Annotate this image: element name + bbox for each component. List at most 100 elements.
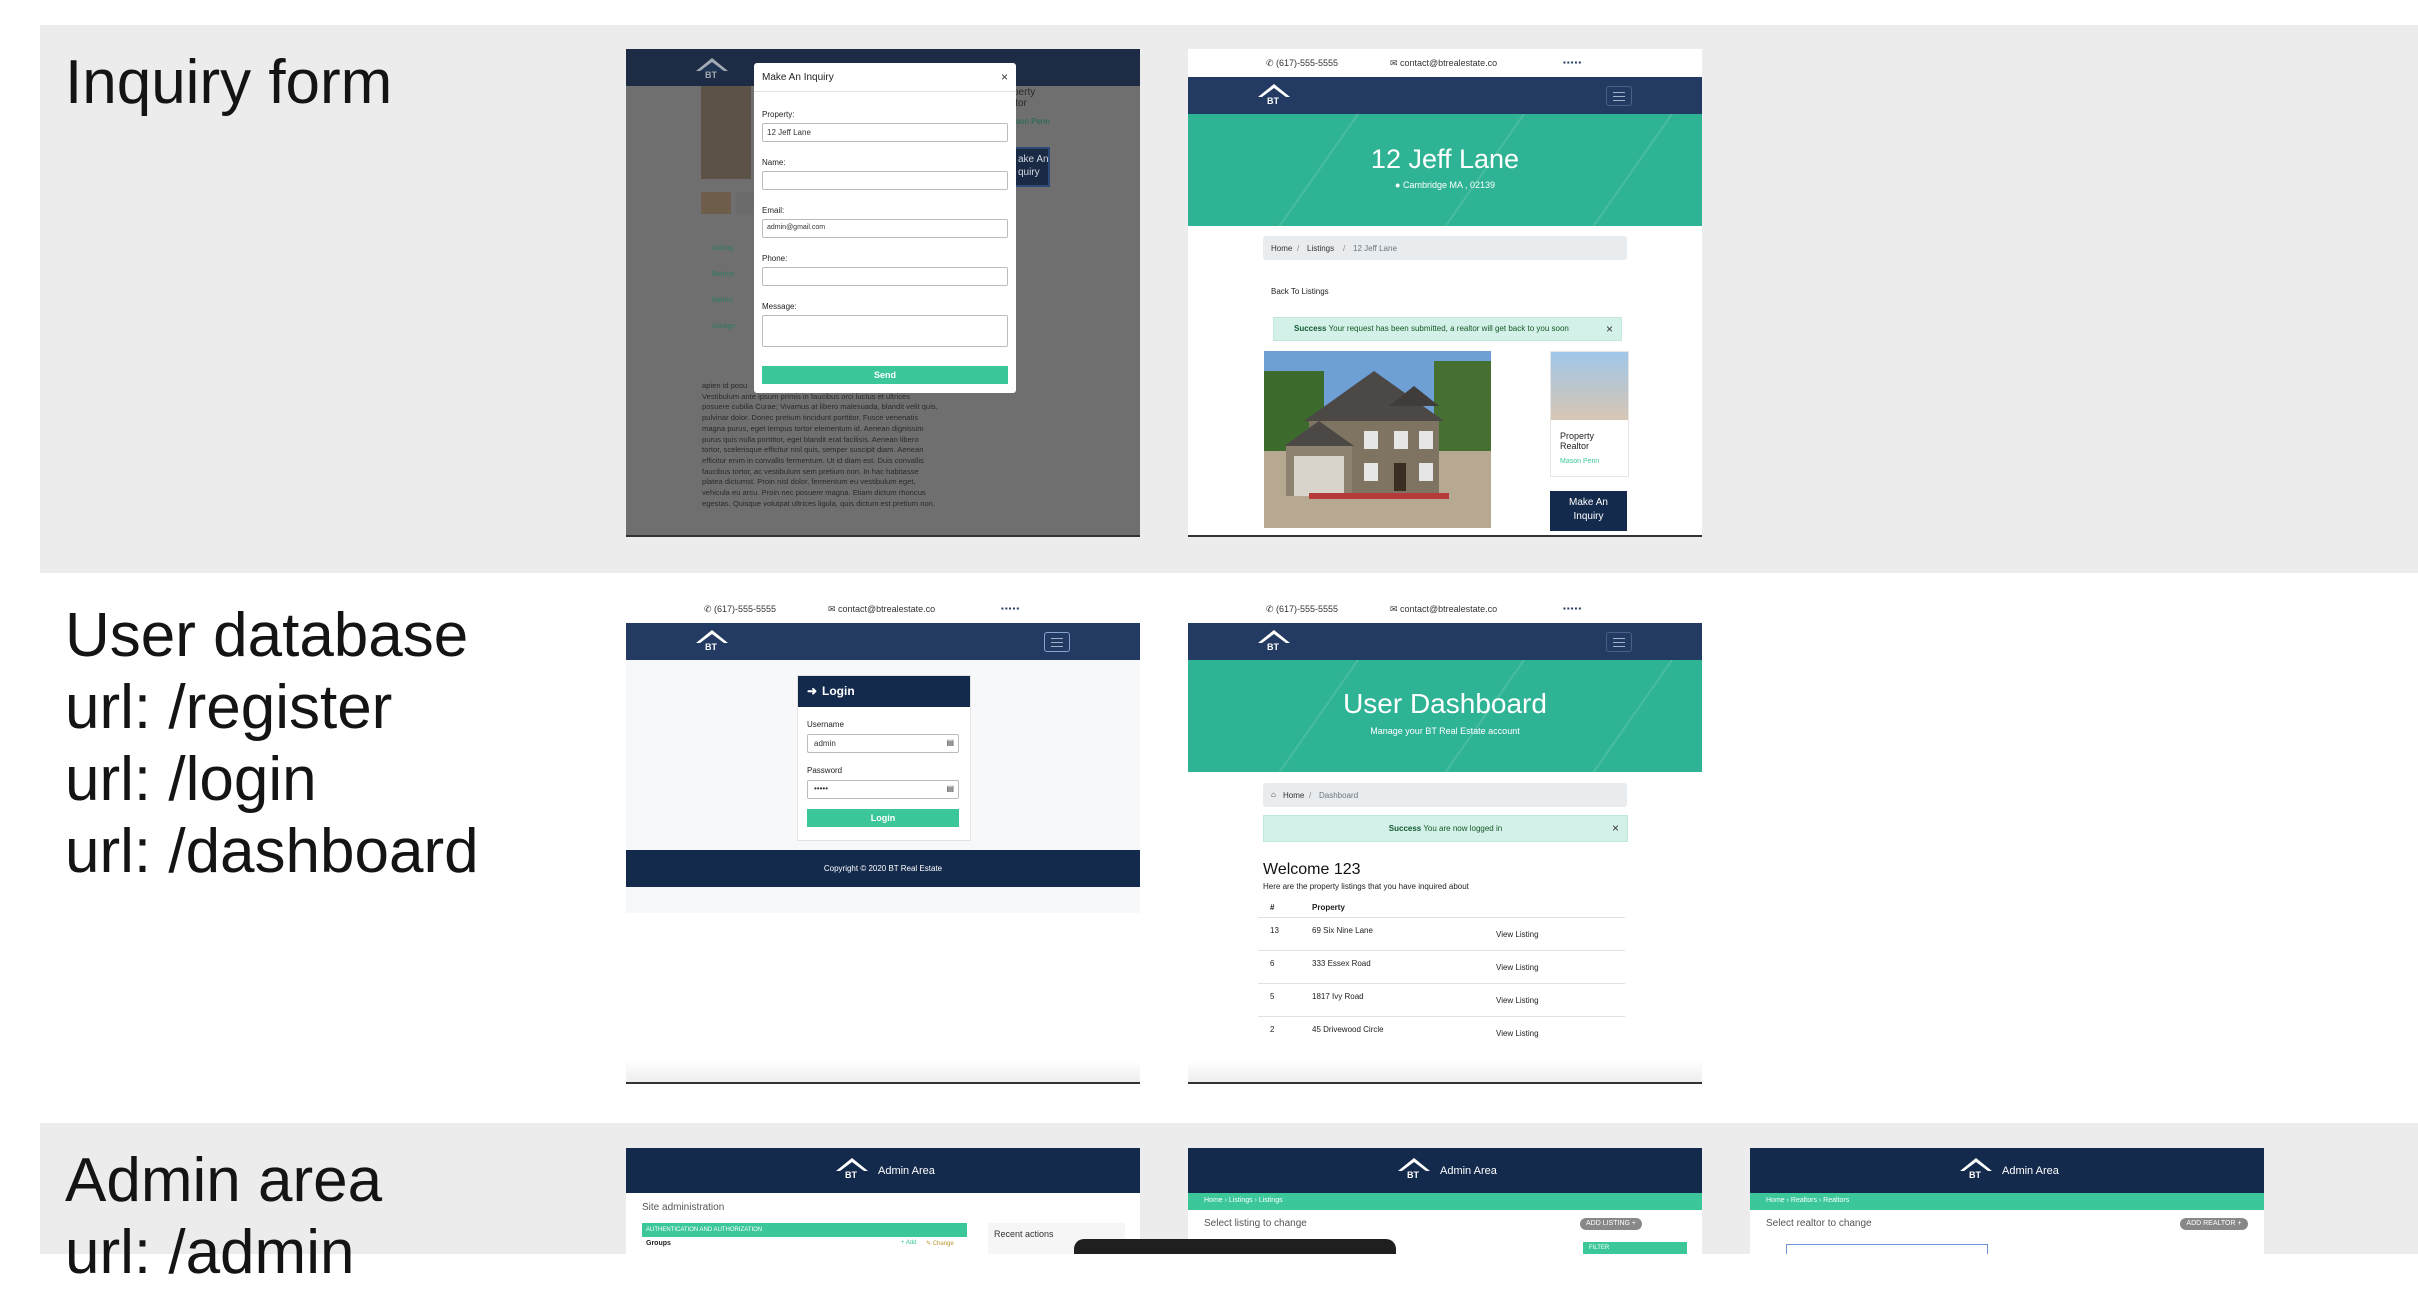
- password-field[interactable]: ••••• ▤: [807, 780, 959, 799]
- social-icons[interactable]: ▪▪▪▪▪: [1563, 58, 1582, 67]
- username-label: Username: [807, 720, 844, 729]
- logo-icon[interactable]: BT: [1960, 1158, 1994, 1182]
- section-user-database: User database url: /register url: /login…: [40, 573, 2418, 1123]
- modal-divider: [754, 91, 1016, 92]
- send-button[interactable]: Send: [762, 366, 1008, 384]
- groups-link[interactable]: Groups: [646, 1240, 671, 1247]
- row-id: 5: [1270, 992, 1275, 1001]
- dimmed-realtor-name: son Penn: [1016, 117, 1050, 126]
- home-icon: ⌂: [1271, 790, 1276, 799]
- section-admin-area: Admin area url: /admin BT Admin Area Sit…: [40, 1123, 2418, 1287]
- admin-header: BT Admin Area: [1188, 1148, 1702, 1193]
- admin-breadcrumb: Home › Realtors › Realtors: [1750, 1193, 2264, 1210]
- phone-icon: ✆: [1266, 58, 1274, 68]
- phone-field[interactable]: [762, 267, 1008, 286]
- modal-title: Make An Inquiry: [762, 72, 834, 83]
- location-row: ● Cambridge MA , 02139: [1188, 180, 1702, 190]
- groups-change-link[interactable]: ✎ Change: [926, 1240, 954, 1247]
- modal-close-button[interactable]: ×: [1001, 70, 1008, 84]
- menu-toggle-icon[interactable]: [1044, 632, 1070, 652]
- make-inquiry-button[interactable]: Make An Inquiry: [1550, 491, 1627, 531]
- row-property: 1817 Ivy Road: [1312, 992, 1364, 1001]
- groups-add-link[interactable]: + Add: [901, 1240, 917, 1246]
- dimmed-feature-garage: Garage: [712, 323, 736, 330]
- close-icon[interactable]: ×: [1606, 318, 1613, 340]
- social-icons[interactable]: ▪▪▪▪▪: [1563, 604, 1582, 613]
- add-listing-button[interactable]: ADD LISTING +: [1580, 1218, 1642, 1230]
- listing-title: 12 Jeff Lane: [1370, 144, 1520, 174]
- menu-toggle-icon[interactable]: [1606, 86, 1632, 106]
- breadcrumb-listings[interactable]: Listings: [1307, 244, 1334, 253]
- search-field[interactable]: [1786, 1244, 1988, 1254]
- logo-icon[interactable]: BT: [836, 1158, 870, 1182]
- keyboard-icon: ▤: [946, 738, 954, 747]
- logo-icon[interactable]: BT: [1258, 84, 1292, 108]
- screenshot-admin-realtors: BT Admin Area Home › Realtors › Realtors…: [1750, 1148, 2264, 1254]
- inquiry-modal: Make An Inquiry × Property: 12 Jeff Lane…: [754, 63, 1016, 393]
- login-card-header: ➜ Login: [798, 676, 970, 707]
- screenshot-admin-home: BT Admin Area Site administration AUTHEN…: [626, 1148, 1140, 1254]
- frame-bottom: [1188, 1082, 1702, 1084]
- select-realtor-heading: Select realtor to change: [1766, 1218, 1872, 1229]
- alert-strong: Success: [1388, 824, 1422, 833]
- dimmed-feature-bath: Bathro: [712, 297, 733, 304]
- top-contact-bar: ✆ (617)-555-5555 ✉ contact@btrealestate.…: [626, 595, 1140, 623]
- email-text: contact@btrealestate.co: [1400, 58, 1498, 68]
- dimmed-house-image: [701, 86, 751, 179]
- table-row: 6 333 Essex Road View Listing: [1258, 950, 1625, 984]
- logo-icon[interactable]: BT: [696, 630, 730, 654]
- breadcrumb-home[interactable]: Home: [1283, 791, 1304, 800]
- filter-header: FILTER: [1583, 1242, 1687, 1254]
- name-field[interactable]: [762, 171, 1008, 190]
- login-button[interactable]: Login: [807, 809, 959, 827]
- row-property: 69 Six Nine Lane: [1312, 926, 1373, 935]
- close-icon[interactable]: ×: [1612, 816, 1619, 841]
- top-contact-bar: ✆ (617)-555-5555 ✉ contact@btrealestate.…: [1188, 49, 1702, 77]
- alert-text: Your request has been submitted, a realt…: [1328, 324, 1569, 333]
- breadcrumb-home[interactable]: Home: [1271, 244, 1292, 253]
- table-header-num: #: [1270, 903, 1275, 912]
- realtor-name[interactable]: Mason Penn: [1560, 458, 1599, 465]
- social-icons[interactable]: ▪▪▪▪▪: [1001, 604, 1020, 613]
- logo-icon[interactable]: BT: [1398, 1158, 1432, 1182]
- username-field[interactable]: admin ▤: [807, 734, 959, 753]
- email-text: contact@btrealestate.co: [838, 604, 936, 614]
- breadcrumb: ⌂ Home / Dashboard: [1263, 783, 1627, 807]
- property-label: Property:: [762, 110, 795, 119]
- property-field[interactable]: 12 Jeff Lane: [762, 123, 1008, 142]
- add-realtor-button[interactable]: ADD REALTOR +: [2180, 1218, 2248, 1230]
- breadcrumb-text: Home › Listings › Listings: [1204, 1197, 1283, 1204]
- phone-label: Phone:: [762, 254, 788, 263]
- logo-icon[interactable]: BT: [1258, 630, 1292, 654]
- navbar: BT: [1188, 77, 1702, 114]
- view-listing-link[interactable]: View Listing: [1496, 996, 1539, 1005]
- realtor-photo: [1551, 352, 1628, 420]
- view-listing-link[interactable]: View Listing: [1496, 1029, 1539, 1038]
- section-inquiry-form: Inquiry form BT perty ltor son Penn ake …: [40, 25, 2418, 573]
- screenshot-inquiry-modal: BT perty ltor son Penn ake An quiry Aski…: [626, 49, 1140, 537]
- recent-actions-title: Recent actions: [994, 1229, 1054, 1239]
- admin-brand: Admin Area: [2002, 1165, 2059, 1177]
- menu-toggle-icon[interactable]: [1606, 632, 1632, 652]
- video-scrubber-overlay[interactable]: [1074, 1239, 1396, 1254]
- keyboard-icon: ▤: [946, 784, 954, 793]
- dimmed-feature-bed: Bedroo: [712, 271, 735, 278]
- email-field[interactable]: admin@gmail.com: [762, 219, 1008, 238]
- view-listing-link[interactable]: View Listing: [1496, 930, 1539, 939]
- shadow-fade: [1188, 1060, 1702, 1082]
- select-listing-heading: Select listing to change: [1204, 1218, 1307, 1229]
- success-alert: Success Your request has been submitted,…: [1273, 317, 1622, 341]
- breadcrumb-current: 12 Jeff Lane: [1353, 244, 1397, 253]
- row-property: 45 Drivewood Circle: [1312, 1025, 1384, 1034]
- admin-brand: Admin Area: [1440, 1165, 1497, 1177]
- email-text: contact@btrealestate.co: [1400, 604, 1498, 614]
- listing-location: Cambridge MA , 02139: [1402, 180, 1495, 190]
- row-property: 333 Essex Road: [1312, 959, 1371, 968]
- message-field[interactable]: [762, 315, 1008, 347]
- view-listing-link[interactable]: View Listing: [1496, 963, 1539, 972]
- auth-header: AUTHENTICATION AND AUTHORIZATION: [642, 1223, 967, 1237]
- back-to-listings-button[interactable]: Back To Listings: [1271, 287, 1329, 296]
- navbar: BT: [626, 623, 1140, 660]
- password-value: •••••: [814, 784, 829, 793]
- screenshot-login-page: ✆ (617)-555-5555 ✉ contact@btrealestate.…: [626, 595, 1140, 1084]
